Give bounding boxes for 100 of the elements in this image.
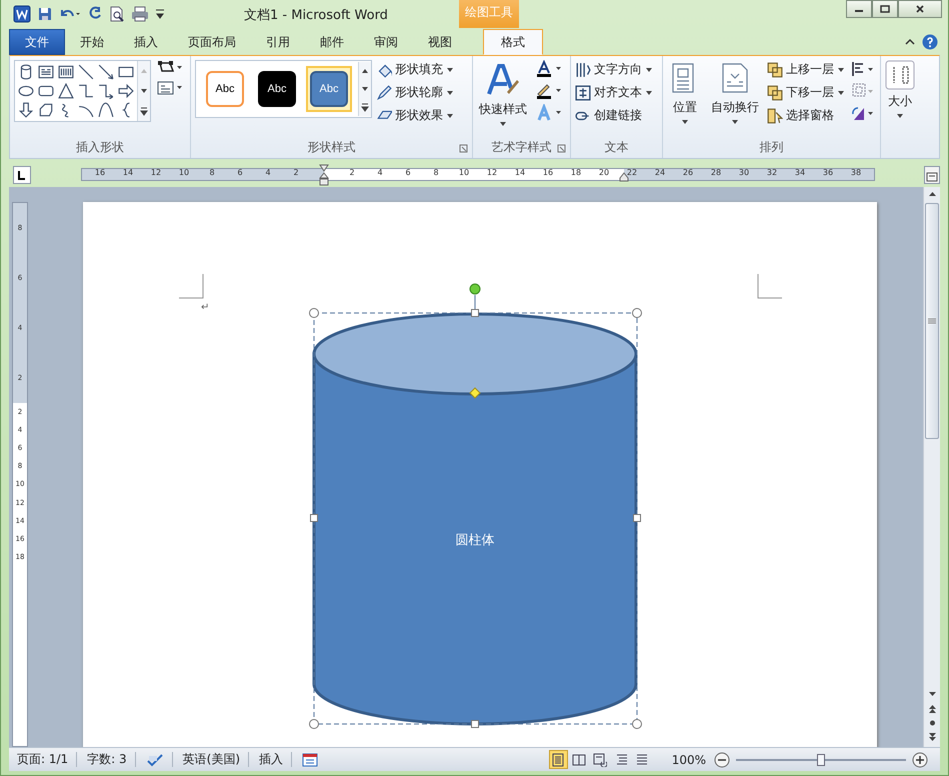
shape-style-option[interactable]: Abc: [306, 66, 352, 112]
ribbon-command[interactable]: 文字方向: [575, 60, 653, 79]
selection-pane-icon: [767, 108, 783, 124]
right-arrow-icon[interactable]: [118, 83, 134, 99]
size-button[interactable]: 大小: [885, 60, 915, 119]
curve-icon[interactable]: [98, 102, 114, 118]
ribbon-tab[interactable]: 审阅: [359, 29, 413, 55]
save-icon[interactable]: [37, 6, 53, 22]
word-app-icon: [13, 5, 31, 23]
ruler-number: 32: [766, 168, 778, 177]
ribbon-tab[interactable]: 文件: [9, 29, 65, 55]
align-icon[interactable]: [851, 60, 875, 78]
rotation-handle[interactable]: [470, 284, 480, 294]
cylinder-icon[interactable]: [18, 64, 34, 80]
insert-mode-indicator[interactable]: 插入: [251, 752, 292, 767]
triangle-icon[interactable]: [58, 83, 74, 99]
view-ruler-icon[interactable]: [924, 166, 940, 184]
adjustment-handle[interactable]: [469, 387, 481, 399]
vertical-text-box-icon[interactable]: [58, 64, 74, 80]
quick-styles-button[interactable]: 快速样式: [477, 60, 529, 129]
ruler-number: 4: [376, 168, 384, 177]
resize-handle[interactable]: [632, 308, 642, 318]
ruler-number: 16: [542, 168, 554, 177]
align-text-icon: [575, 84, 591, 100]
down-arrow-icon[interactable]: [18, 102, 34, 118]
ribbon-command[interactable]: 形状效果: [376, 106, 454, 125]
proofing-icon[interactable]: [146, 752, 164, 766]
elbow-arrow-icon[interactable]: [98, 83, 114, 99]
resize-handle[interactable]: [310, 514, 318, 522]
zoom-out-icon[interactable]: [714, 752, 730, 768]
print-icon[interactable]: [131, 6, 149, 22]
ruler-number: 2: [348, 168, 356, 177]
margin-corner-mark: [179, 274, 204, 299]
close-button[interactable]: [898, 0, 942, 18]
resize-handle[interactable]: [471, 720, 479, 728]
ribbon-tab[interactable]: 视图: [413, 29, 467, 55]
ribbon-command[interactable]: 下移一层: [767, 83, 845, 102]
resize-handle[interactable]: [471, 309, 479, 317]
ruler-number: 28: [710, 168, 722, 177]
ribbon-command[interactable]: 选择窗格: [767, 106, 845, 125]
ruler-number: 8: [432, 168, 440, 177]
ribbon-tab[interactable]: 引用: [251, 29, 305, 55]
text-fill-icon[interactable]: [535, 60, 563, 78]
print-preview-icon[interactable]: [109, 6, 125, 22]
zoom-level[interactable]: 100%: [672, 752, 706, 766]
dialog-launcher-icon[interactable]: [557, 144, 566, 153]
tab-stop-selector-icon[interactable]: [13, 166, 31, 184]
text-box-icon[interactable]: [157, 80, 183, 96]
resize-handle[interactable]: [633, 514, 641, 522]
macro-record-icon[interactable]: [302, 752, 318, 766]
ruler-number: 30: [738, 168, 750, 177]
ribbon-command[interactable]: 形状轮廓: [376, 83, 454, 102]
text-outline-icon[interactable]: [535, 82, 563, 100]
ribbon-large-button[interactable]: 自动换行: [709, 60, 761, 127]
elbow-connector-icon[interactable]: [78, 83, 94, 99]
caret-icon: [731, 119, 739, 125]
paint-bucket-icon: [376, 62, 392, 78]
language-indicator[interactable]: 英语(美国): [174, 752, 250, 767]
ribbon-tab[interactable]: 插入: [119, 29, 173, 55]
ribbon-large-button[interactable]: 位置: [667, 60, 703, 127]
group-label: 文本: [604, 139, 628, 156]
help-icon[interactable]: [922, 34, 938, 50]
ribbon-command[interactable]: 创建链接: [575, 106, 653, 125]
resize-handle[interactable]: [309, 308, 319, 318]
indent-marker-icon[interactable]: [319, 164, 329, 186]
resize-handle[interactable]: [309, 719, 319, 729]
word-count[interactable]: 字数: 3: [79, 752, 136, 767]
contextual-tab-group: 绘图工具: [459, 0, 519, 28]
ribbon-tab[interactable]: 页面布局: [173, 29, 251, 55]
caret-icon: [896, 113, 904, 119]
rectangle-icon[interactable]: [118, 64, 134, 80]
ruler-number: 12: [486, 168, 498, 177]
ruler-number: 20: [598, 168, 610, 177]
page-count[interactable]: 页面: 1/1: [9, 752, 78, 767]
ribbon-command[interactable]: 形状填充: [376, 60, 454, 79]
ribbon-tab[interactable]: 格式: [483, 29, 543, 55]
text-box-icon[interactable]: [38, 64, 54, 80]
caret-icon: [499, 121, 507, 127]
ruler-number: 14: [514, 168, 526, 177]
maximize-button[interactable]: [872, 0, 898, 18]
resize-handle[interactable]: [632, 719, 642, 729]
ruler-number: 22: [626, 168, 638, 177]
scrollbar-thumb[interactable]: [925, 203, 939, 439]
ruler-number: 10: [178, 168, 190, 177]
right-indent-marker-icon[interactable]: [619, 172, 629, 182]
arrow-line-icon[interactable]: [98, 64, 114, 80]
view-button[interactable]: [548, 750, 568, 769]
ribbon-tab[interactable]: 邮件: [305, 29, 359, 55]
zoom-in-icon[interactable]: [912, 752, 928, 768]
ribbon-tab[interactable]: 开始: [65, 29, 119, 55]
dialog-launcher-icon[interactable]: [459, 144, 468, 153]
caret-icon: [837, 66, 845, 72]
minimize-button[interactable]: [846, 0, 872, 18]
caret-icon: [446, 112, 454, 118]
freeform-shape-icon[interactable]: [38, 102, 54, 118]
ribbon-command[interactable]: 上移一层: [767, 60, 845, 79]
group-label: 插入形状: [76, 139, 124, 156]
ribbon-command[interactable]: 对齐文本: [575, 83, 653, 102]
line-icon[interactable]: [78, 64, 94, 80]
group-label: 形状样式: [308, 139, 356, 156]
